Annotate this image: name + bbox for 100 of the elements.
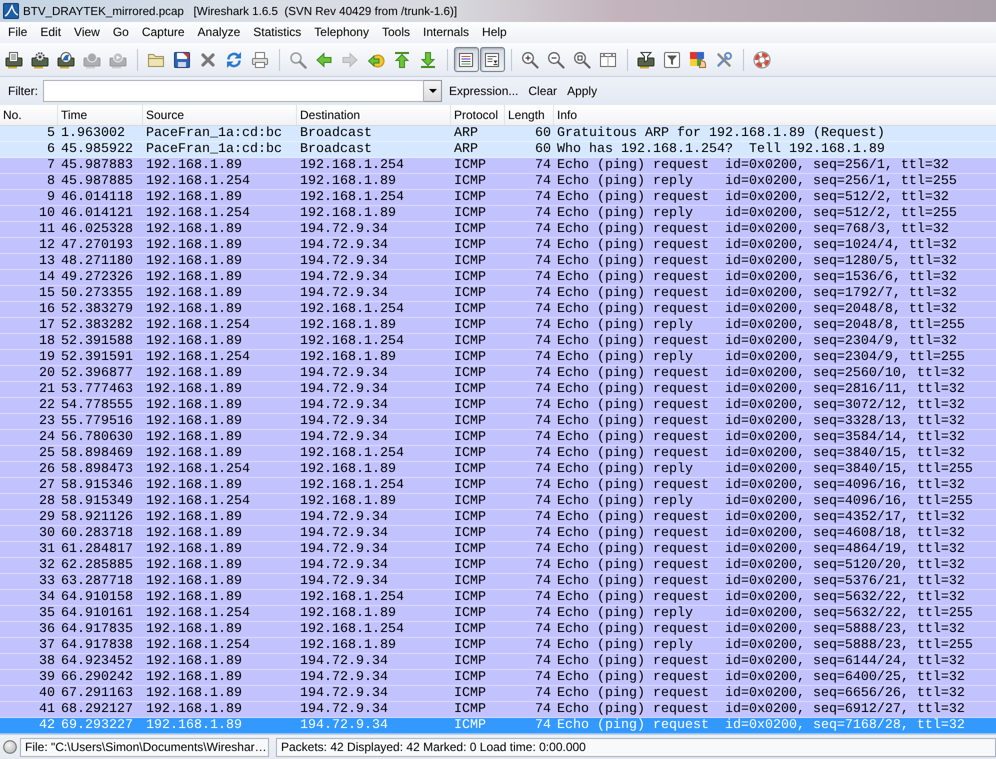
packet-row[interactable]: 32 62.285885 192.168.1.89 194.72.9.34 ICMP 74 Echo (ping) request id=0x0200, seq=5120/20, ttl=32	[0, 558, 996, 574]
table-cell-text: ICMP	[453, 606, 487, 622]
packet-row[interactable]: 26 58.898473 192.168.1.254 192.168.1.89 ICMP 74 Echo (ping) reply id=0x0200, seq=3840/15, ttl=255	[0, 462, 996, 478]
table-cell-text: 74	[534, 622, 552, 638]
table-cell-text: ICMP	[453, 366, 487, 382]
packet-row[interactable]: 9 46.014118 192.168.1.89 192.168.1.254 ICMP 74 Echo (ping) request id=0x0200, seq=512/2, ttl=32	[0, 190, 996, 206]
magnifier-square-icon[interactable]	[573, 50, 591, 68]
packet-row[interactable]: 16 52.383279 192.168.1.89 192.168.1.254 ICMP 74 Echo (ping) request id=0x0200, seq=2048/8, ttl=32	[0, 302, 996, 318]
table-cell-text: 64.910158	[60, 590, 134, 606]
packet-row[interactable]: 25 58.898469 192.168.1.89 192.168.1.254 ICMP 74 Echo (ping) request id=0x0200, seq=3840/15, ttl=32	[0, 446, 996, 462]
packet-row[interactable]: 36 64.917835 192.168.1.89 192.168.1.254 ICMP 74 Echo (ping) request id=0x0200, seq=5888/23, ttl=32	[0, 622, 996, 638]
column-header[interactable]: Time	[58, 105, 143, 125]
save-icon[interactable]	[173, 50, 191, 68]
menu-item[interactable]: Capture	[135, 23, 192, 42]
toggle-button[interactable]	[454, 47, 478, 72]
packet-row[interactable]: 28 58.915349 192.168.1.254 192.168.1.89 ICMP 74 Echo (ping) reply id=0x0200, seq=4096/16, ttl=255	[0, 494, 996, 510]
menu-item[interactable]: Edit	[34, 23, 68, 42]
packet-row[interactable]: 39 66.290242 192.168.1.89 194.72.9.34 ICMP 74 Echo (ping) request id=0x0200, seq=6400/25, ttl=32	[0, 670, 996, 686]
packet-row[interactable]: 35 64.910161 192.168.1.254 192.168.1.89 ICMP 74 Echo (ping) reply id=0x0200, seq=5632/22, ttl=255	[0, 606, 996, 622]
filter-button[interactable]: Apply	[562, 81, 602, 101]
menu-item[interactable]: Tools	[375, 23, 416, 42]
menu-item[interactable]: Help	[476, 23, 514, 42]
packet-row[interactable]: 31 61.284817 192.168.1.89 194.72.9.34 ICMP 74 Echo (ping) request id=0x0200, seq=4864/19, ttl=32	[0, 542, 996, 558]
arrow-up-bar-icon[interactable]	[393, 50, 411, 68]
network-card-gear-icon[interactable]	[31, 50, 49, 68]
menu-item[interactable]: Go	[106, 23, 136, 42]
packet-row[interactable]: 29 58.921126 192.168.1.89 194.72.9.34 ICMP 74 Echo (ping) request id=0x0200, seq=4352/17, ttl=32	[0, 510, 996, 526]
dropdown-button[interactable]	[424, 80, 442, 102]
column-header[interactable]: Destination	[297, 105, 451, 125]
packet-row[interactable]: 37 64.917838 192.168.1.254 192.168.1.89 ICMP 74 Echo (ping) reply id=0x0200, seq=5888/23, ttl=255	[0, 638, 996, 654]
packet-row[interactable]: 18 52.391588 192.168.1.89 192.168.1.254 ICMP 74 Echo (ping) request id=0x0200, seq=2304/9, ttl=32	[0, 334, 996, 350]
packet-row[interactable]: 27 58.915346 192.168.1.89 192.168.1.254 ICMP 74 Echo (ping) request id=0x0200, seq=4096/16, ttl=32	[0, 478, 996, 494]
packet-row[interactable]: 34 64.910158 192.168.1.89 192.168.1.254 ICMP 74 Echo (ping) request id=0x0200, seq=5632/22, ttl=32	[0, 590, 996, 606]
packet-row[interactable]: 38 64.923452 192.168.1.89 194.72.9.34 ICMP 74 Echo (ping) request id=0x0200, seq=6144/24, ttl=32	[0, 654, 996, 670]
table-cell-text: Echo (ping) reply id=0x0200, seq=5888/23, ttl=255	[556, 638, 974, 654]
table-cell-text: Echo (ping) request id=0x0200, seq=768/3, ttl=32	[556, 222, 950, 238]
column-header[interactable]: No.	[0, 105, 58, 125]
network-card-fin-icon[interactable]	[57, 50, 75, 68]
packet-row[interactable]: 30 60.283718 192.168.1.89 194.72.9.34 ICMP 74 Echo (ping) request id=0x0200, seq=4608/18, ttl=32	[0, 526, 996, 542]
table-cell-text: 64.917835	[60, 622, 134, 638]
window-columns-icon[interactable]	[599, 50, 617, 68]
table-cell-text: 26	[38, 462, 56, 478]
filter-button[interactable]: Expression...	[444, 81, 524, 101]
table-cell-text: 74	[534, 398, 552, 414]
table-cell-text: 74	[534, 254, 552, 270]
search-icon[interactable]	[289, 50, 307, 68]
menu-item[interactable]: Internals	[416, 23, 476, 42]
filter-icon[interactable]	[663, 50, 681, 68]
table-cell-text: 194.72.9.34	[299, 414, 389, 430]
menu-item[interactable]: File	[2, 23, 34, 42]
packet-row[interactable]: 21 53.777463 192.168.1.89 194.72.9.34 ICMP 74 Echo (ping) request id=0x0200, seq=2816/11, ttl=32	[0, 382, 996, 398]
packet-row[interactable]: 6 45.985922 PaceFran_1a:cd:bc Broadcast ARP 60 Who has 192.168.1.254? Tell 192.168.1.89	[0, 142, 996, 158]
packet-row[interactable]: 33 63.287718 192.168.1.89 194.72.9.34 ICMP 74 Echo (ping) request id=0x0200, seq=5376/21, ttl=32	[0, 574, 996, 590]
packet-row[interactable]: 11 46.025328 192.168.1.89 194.72.9.34 ICMP 74 Echo (ping) request id=0x0200, seq=768/3, ttl=32	[0, 222, 996, 238]
packet-row[interactable]: 19 52.391591 192.168.1.254 192.168.1.89 ICMP 74 Echo (ping) reply id=0x0200, seq=2304/9, ttl=255	[0, 350, 996, 366]
packet-row[interactable]: 10 46.014121 192.168.1.254 192.168.1.89 ICMP 74 Echo (ping) reply id=0x0200, seq=512/2, ttl=255	[0, 206, 996, 222]
packet-row[interactable]: 24 56.780630 192.168.1.89 194.72.9.34 ICMP 74 Echo (ping) request id=0x0200, seq=3584/14, ttl=32	[0, 430, 996, 446]
packet-row[interactable]: 40 67.291163 192.168.1.89 194.72.9.34 ICMP 74 Echo (ping) request id=0x0200, seq=6656/26, ttl=32	[0, 686, 996, 702]
arrow-down-bar-icon[interactable]	[419, 50, 437, 68]
column-header[interactable]: Info	[554, 105, 996, 125]
menu-item[interactable]: Analyze	[191, 23, 247, 42]
packet-row[interactable]: 12 47.270193 192.168.1.89 194.72.9.34 ICMP 74 Echo (ping) request id=0x0200, seq=1024/4, ttl=32	[0, 238, 996, 254]
column-header[interactable]: Length	[505, 105, 554, 125]
close-icon[interactable]	[199, 50, 217, 68]
left-arrow-icon[interactable]	[315, 50, 333, 68]
zoom-in-icon[interactable]	[521, 50, 539, 68]
packet-row[interactable]: 20 52.396877 192.168.1.89 194.72.9.34 ICMP 74 Echo (ping) request id=0x0200, seq=2560/10, ttl=32	[0, 366, 996, 382]
menu-item[interactable]: Telephony	[308, 23, 376, 42]
tools-icon[interactable]	[715, 50, 733, 68]
packet-row[interactable]: 22 54.778555 192.168.1.89 194.72.9.34 ICMP 74 Echo (ping) request id=0x0200, seq=3072/12, ttl=32	[0, 398, 996, 414]
table-cell-text: 20	[38, 366, 56, 382]
column-header[interactable]: Protocol	[451, 105, 505, 125]
network-card-filter-icon[interactable]	[637, 50, 655, 68]
packet-row[interactable]: 13 48.271180 192.168.1.89 194.72.9.34 ICMP 74 Echo (ping) request id=0x0200, seq=1280/5, ttl=32	[0, 254, 996, 270]
filter-input-field[interactable]	[43, 80, 424, 102]
table-cell-text: Echo (ping) request id=0x0200, seq=4096/16, ttl=32	[556, 478, 966, 494]
packet-row[interactable]: 23 55.779516 192.168.1.89 194.72.9.34 ICMP 74 Echo (ping) request id=0x0200, seq=3328/13, ttl=32	[0, 414, 996, 430]
filter-button[interactable]: Clear	[523, 81, 562, 101]
lifebuoy-icon[interactable]	[753, 50, 771, 68]
toggle-button[interactable]	[480, 47, 504, 72]
table-cell-text: Echo (ping) request id=0x0200, seq=7168/28, ttl=32	[556, 718, 966, 734]
packet-row[interactable]: 7 45.987883 192.168.1.89 192.168.1.254 ICMP 74 Echo (ping) request id=0x0200, seq=256/1, ttl=32	[0, 158, 996, 174]
table-cell-text: 74	[534, 382, 552, 398]
packet-row[interactable]: 41 68.292127 192.168.1.89 194.72.9.34 ICMP 74 Echo (ping) request id=0x0200, seq=6912/27, ttl=32	[0, 702, 996, 718]
packet-row[interactable]: 5 1.963002 PaceFran_1a:cd:bc Broadcast ARP 60 Gratuitous ARP for 192.168.1.89 (Request)	[0, 126, 996, 142]
menu-item[interactable]: View	[68, 23, 106, 42]
menu-item[interactable]: Statistics	[246, 23, 308, 42]
zoom-out-icon[interactable]	[547, 50, 565, 68]
packet-row[interactable]: 15 50.273355 192.168.1.89 194.72.9.34 ICMP 74 Echo (ping) request id=0x0200, seq=1792/7, ttl=32	[0, 286, 996, 302]
packet-row[interactable]: 14 49.272326 192.168.1.89 194.72.9.34 ICMP 74 Echo (ping) request id=0x0200, seq=1536/6, ttl=32	[0, 270, 996, 286]
network-card-list-icon[interactable]	[5, 50, 23, 68]
packet-row[interactable]: 17 52.383282 192.168.1.254 192.168.1.89 ICMP 74 Echo (ping) reply id=0x0200, seq=2048/8, ttl=255	[0, 318, 996, 334]
reload-icon[interactable]	[225, 50, 243, 68]
print-icon[interactable]	[251, 50, 269, 68]
color-squares-hand-icon[interactable]	[689, 50, 707, 68]
table-cell-text: 48.271180	[60, 254, 134, 270]
table-cell-text: ICMP	[453, 318, 487, 334]
column-header[interactable]: Source	[143, 105, 297, 125]
packet-row[interactable]: 8 45.987885 192.168.1.254 192.168.1.89 ICMP 74 Echo (ping) reply id=0x0200, seq=256/1, ttl=255	[0, 174, 996, 190]
table-cell-text: 192.168.1.254	[299, 590, 405, 606]
